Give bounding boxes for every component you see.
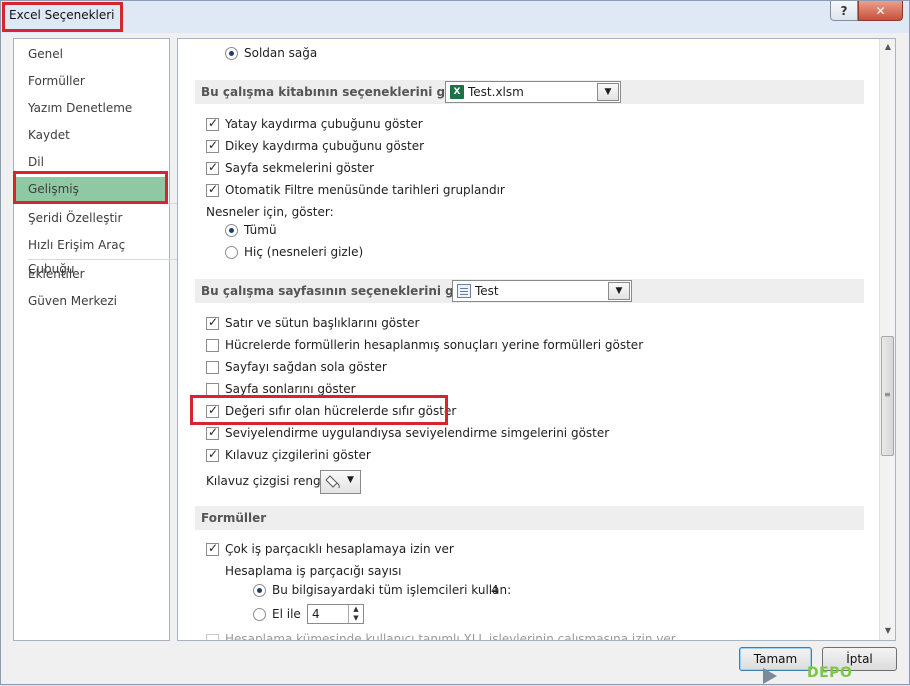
stepper-arrows-icon[interactable]: ▲ ▼ (348, 605, 363, 623)
radio-all-processors[interactable] (253, 584, 266, 597)
excel-file-icon: X (450, 85, 464, 99)
scroll-up-icon[interactable]: ▲ (880, 39, 896, 55)
checkbox-xll-functions[interactable] (206, 634, 219, 640)
scroll-thumb[interactable]: ≡ (881, 336, 894, 456)
checkbox-multithread[interactable] (206, 541, 219, 556)
objects-label: Nesneler için, göster: (206, 205, 334, 219)
checkbox-sheet-tabs[interactable] (206, 160, 219, 175)
chevron-down-icon: ▼ (347, 475, 354, 485)
watermark-text: DEPO (807, 665, 853, 681)
checkbox-show-formulas[interactable] (206, 339, 219, 352)
excel-options-dialog: Excel Seçenekleri ? ✕ Genel Formüller Ya… (0, 0, 910, 685)
checkbox-gridlines[interactable] (206, 447, 219, 462)
option-label: Kılavuz çizgilerini göster (225, 448, 371, 462)
checkbox-group-dates[interactable] (206, 182, 219, 197)
formulas-section-header: Formüller (195, 506, 864, 530)
nav-item-hizli-erisim[interactable]: Hızlı Erişim Araç Çubuğu (15, 233, 167, 276)
checkbox-headers[interactable] (206, 315, 219, 330)
threads-label: Hesaplama iş parçacığı sayısı (225, 564, 402, 578)
nav-item-genel[interactable]: Genel (15, 42, 167, 66)
option-label: Yatay kaydırma çubuğunu göster (225, 117, 423, 131)
sheet-section-title: Bu çalışma sayfasının seçeneklerini göst… (201, 284, 494, 298)
formulas-section-title: Formüller (201, 511, 267, 525)
option-label: Satır ve sütun başlıklarını göster (225, 316, 420, 330)
option-label: Otomatik Filtre menüsünde tarihleri grup… (225, 183, 505, 197)
workbook-select-value: Test.xlsm (468, 85, 524, 99)
multithread-label: Çok iş parçacıklı hesaplamaya izin ver (225, 542, 454, 556)
category-list: Genel Formüller Yazım Denetleme Kaydet D… (13, 38, 178, 641)
gridline-color-label: Kılavuz çizgisi rengi (206, 474, 324, 488)
option-label: Dikey kaydırma çubuğunu göster (225, 139, 425, 153)
all-processors-label: Bu bilgisayardaki tüm işlemcileri kullan… (272, 583, 512, 597)
scroll-down-icon[interactable]: ▼ (880, 623, 896, 639)
radio-left-to-right[interactable] (225, 47, 238, 60)
xll-label: Hesaplama kümesinde kullanıcı tanımlı XL… (225, 632, 676, 641)
worksheet-icon (457, 284, 471, 298)
checkbox-horizontal-scrollbar[interactable] (206, 116, 219, 131)
nav-item-eklentiler[interactable]: Eklentiler (15, 262, 167, 286)
radio-manual[interactable] (253, 608, 266, 621)
close-icon: ✕ (875, 3, 886, 18)
nav-item-formuller[interactable]: Formüller (15, 69, 167, 93)
nav-separator (28, 259, 178, 260)
option-label: Seviyelendirme uygulandıysa seviyelendir… (225, 426, 610, 440)
checkbox-vertical-scrollbar[interactable] (206, 138, 219, 153)
nav-item-yazim-denetleme[interactable]: Yazım Denetleme (15, 96, 167, 120)
processor-count: 4 (491, 583, 499, 597)
option-label: Sayfa sonlarını göster (225, 382, 356, 396)
direction-option-label: Soldan sağa (244, 46, 318, 60)
nav-item-kaydet[interactable]: Kaydet (15, 123, 167, 147)
content-scrollbar[interactable]: ▲ ≡ ▼ (879, 39, 895, 640)
workbook-select[interactable]: X Test.xlsm ▼ (445, 81, 621, 103)
radio-objects-all[interactable] (225, 224, 238, 237)
radio-objects-none[interactable] (225, 246, 238, 259)
watermark-arrow-icon (763, 668, 777, 684)
gridline-color-button[interactable]: ▼ (320, 470, 361, 494)
nav-item-seridi-ozellestir[interactable]: Şeridi Özelleştir (15, 206, 167, 230)
checkbox-right-to-left[interactable] (206, 361, 219, 374)
manual-threads-value: 4 (312, 607, 320, 621)
manual-label: El ile (272, 607, 301, 621)
paint-bucket-icon (325, 475, 340, 489)
option-label: Tümü (244, 223, 277, 237)
option-label: Sayfa sekmelerini göster (225, 161, 375, 175)
nav-highlight-box (13, 171, 168, 204)
title-highlight-box (2, 2, 123, 32)
help-button[interactable]: ? (830, 1, 858, 21)
checkbox-outline-symbols[interactable] (206, 425, 219, 440)
zero-option-highlight-box (190, 395, 448, 425)
chevron-down-icon[interactable]: ▼ (608, 282, 630, 300)
nav-item-guven-merkezi[interactable]: Güven Merkezi (15, 289, 167, 313)
title-bar: Excel Seçenekleri ? ✕ (1, 1, 909, 33)
option-label: Hücrelerde formüllerin hesaplanmış sonuç… (225, 338, 644, 352)
close-button[interactable]: ✕ (858, 1, 903, 21)
option-label: Hiç (nesneleri gizle) (244, 245, 364, 259)
manual-threads-stepper[interactable]: 4 ▲ ▼ (307, 604, 364, 624)
workbook-section-title: Bu çalışma kitabının seçeneklerini göste… (201, 85, 486, 99)
grip-icon: ≡ (884, 390, 891, 399)
watermark-logo: DEPO (761, 665, 910, 686)
option-label: Sayfayı sağdan sola göster (225, 360, 387, 374)
sheet-select[interactable]: Test ▼ (452, 280, 632, 302)
advanced-options-panel: Soldan sağa Bu çalışma kitabının seçenek… (177, 38, 896, 641)
chevron-down-icon[interactable]: ▼ (597, 83, 619, 101)
sheet-select-value: Test (475, 284, 499, 298)
